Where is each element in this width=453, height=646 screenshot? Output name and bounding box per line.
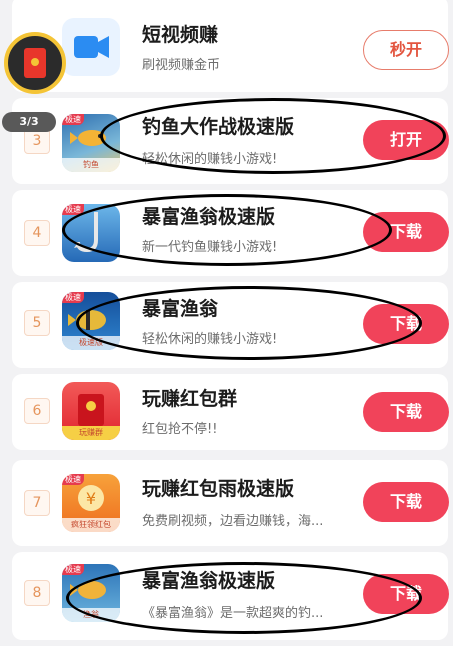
app-description: 免费刷视频，边看边赚钱，海...: [142, 514, 324, 529]
download-button[interactable]: 下载: [363, 304, 449, 344]
rank-badge: 5: [24, 310, 50, 336]
download-button[interactable]: 下载: [363, 392, 449, 432]
rank-badge: 7: [24, 490, 50, 516]
rank-badge: 8: [24, 580, 50, 606]
download-button[interactable]: 下载: [363, 482, 449, 522]
app-title: 玩赚红包群: [142, 388, 238, 410]
app-card[interactable]: 8 极速 渔翁 暴富渔翁极速版 《暴富渔翁》是一款超爽的钓... 下载: [12, 552, 449, 640]
app-title: 暴富渔翁极速版: [142, 206, 276, 228]
open-button[interactable]: 打开: [363, 120, 449, 160]
app-description: 红包抢不停!!: [142, 422, 218, 437]
app-description: 《暴富渔翁》是一款超爽的钓...: [142, 606, 324, 621]
icon-caption: 钓鱼: [62, 158, 120, 172]
video-camera-icon: [62, 18, 120, 76]
speed-tag: 极速: [62, 204, 84, 215]
icon-caption: 极速版: [62, 336, 120, 350]
tropical-fish-icon: 极速 极速版: [62, 292, 120, 350]
app-title: 钓鱼大作战极速版: [142, 116, 295, 138]
icon-caption: 疯狂领红包: [62, 518, 120, 532]
icon-caption: 渔翁: [62, 608, 120, 622]
app-description: 轻松休闲的赚钱小游戏!: [142, 152, 278, 167]
app-card[interactable]: 短视频赚 刷视频赚金币 秒开: [12, 0, 449, 92]
svg-text:¥: ¥: [86, 489, 96, 508]
open-button[interactable]: 秒开: [363, 30, 449, 70]
rank-badge: 4: [24, 220, 50, 246]
app-title: 暴富渔翁极速版: [142, 570, 276, 592]
app-card[interactable]: 4 极速 暴富渔翁极速版 新一代钓鱼赚钱小游戏! 下载: [12, 190, 449, 276]
app-card[interactable]: 5 极速 极速版 暴富渔翁 轻松休闲的赚钱小游戏! 下载: [12, 282, 449, 368]
app-description: 轻松休闲的赚钱小游戏!: [142, 332, 278, 347]
progress-badge: 3/3: [2, 112, 56, 132]
speed-tag: 极速: [62, 564, 84, 575]
red-packet-float-button[interactable]: [4, 32, 66, 94]
rank-badge: 6: [24, 398, 50, 424]
yen-coin-icon: ¥ 极速 疯狂领红包: [62, 474, 120, 532]
app-description: 新一代钓鱼赚钱小游戏!: [142, 240, 278, 255]
speed-tag: 极速: [62, 474, 84, 485]
fishing-game-icon: 极速 钓鱼: [62, 114, 120, 172]
speed-tag: 极速: [62, 292, 84, 303]
speed-tag: 极速: [62, 114, 84, 125]
app-description: 刷视频赚金币: [142, 58, 221, 73]
red-envelope-icon: 玩赚群: [62, 382, 120, 440]
download-button[interactable]: 下载: [363, 574, 449, 614]
app-card[interactable]: 6 玩赚群 玩赚红包群 红包抢不停!! 下载: [12, 374, 449, 450]
app-title: 短视频赚: [142, 24, 219, 46]
red-envelope-icon: [24, 48, 46, 78]
icon-caption: 玩赚群: [62, 426, 120, 440]
golden-fish-icon: 极速 渔翁: [62, 564, 120, 622]
app-title: 玩赚红包雨极速版: [142, 478, 295, 500]
app-card[interactable]: 3 极速 钓鱼 钓鱼大作战极速版 轻松休闲的赚钱小游戏! 打开: [12, 98, 449, 184]
app-card[interactable]: 7 ¥ 极速 疯狂领红包 玩赚红包雨极速版 免费刷视频，边看边赚钱，海... 下…: [12, 460, 449, 546]
download-button[interactable]: 下载: [363, 212, 449, 252]
app-title: 暴富渔翁: [142, 298, 219, 320]
fishing-hook-icon: 极速: [62, 204, 120, 262]
